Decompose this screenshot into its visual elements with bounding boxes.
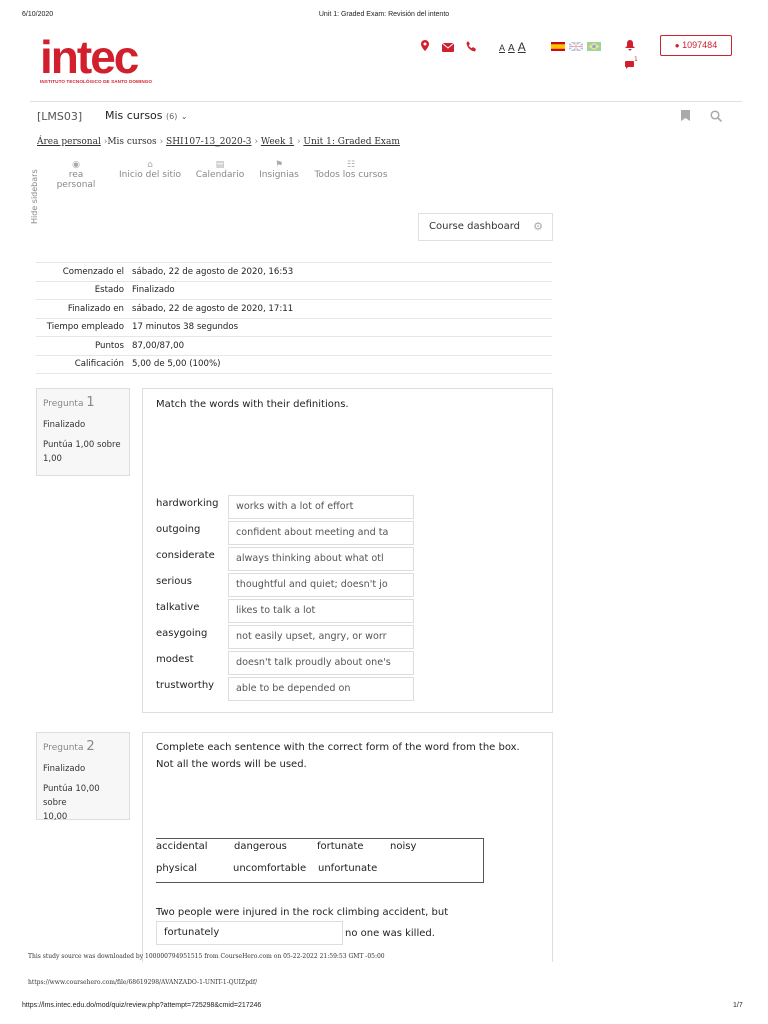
- nav-divider: [30, 101, 742, 102]
- match-select[interactable]: works with a lot of effort: [228, 495, 414, 519]
- match-word: considerate: [156, 550, 215, 561]
- match-select[interactable]: confident about meeting and ta: [228, 521, 414, 545]
- font-size-controls[interactable]: AAA: [499, 40, 529, 54]
- menu-badges[interactable]: ⚑ Insignias: [257, 160, 301, 180]
- flag-uk-icon[interactable]: [568, 41, 584, 52]
- logo-word: intec: [40, 31, 139, 83]
- my-courses-count: (6): [166, 112, 178, 121]
- bookmark-icon[interactable]: [681, 110, 690, 124]
- match-word: modest: [156, 654, 194, 665]
- question-1-state: Finalizado: [43, 420, 86, 430]
- bell-icon[interactable]: [625, 40, 635, 54]
- table-row: Calificación 5,00 de 5,00 (100%): [36, 354, 552, 374]
- phone-icon[interactable]: [466, 41, 477, 55]
- intec-logo[interactable]: intec INSTITUTO TECNOLÓGICO DE SANTO DOM…: [40, 31, 160, 89]
- breadcrumb-my-courses[interactable]: Mis cursos: [107, 137, 156, 147]
- match-select[interactable]: able to be depended on: [228, 677, 414, 701]
- page-url: https://lms.intec.edu.do/mod/quiz/review…: [22, 1002, 262, 1009]
- question-1-prompt: Match the words with their definitions.: [156, 399, 349, 410]
- word-box-item: noisy: [390, 841, 417, 852]
- word-box-item: dangerous: [234, 841, 287, 852]
- page-number: 1/7: [733, 1002, 743, 1009]
- table-row: Tiempo empleado 17 minutos 38 segundos: [36, 317, 552, 337]
- source-note: This study source was downloaded by 1000…: [28, 953, 385, 960]
- chevron-down-icon: ⌄: [180, 112, 188, 121]
- word-box-item: physical: [156, 863, 197, 874]
- match-word: hardworking: [156, 498, 219, 509]
- font-size-small[interactable]: A: [499, 43, 505, 53]
- table-row: Comenzado el sábado, 22 de agosto de 2020…: [36, 262, 552, 281]
- menu-site-home[interactable]: ⌂ Inicio del sitio: [118, 160, 182, 180]
- match-select[interactable]: not easily upset, angry, or worr: [228, 625, 414, 649]
- search-icon[interactable]: [710, 110, 723, 125]
- question-1-number: Pregunta 1: [43, 395, 95, 410]
- breadcrumb-personal-area[interactable]: Área personal: [37, 137, 101, 147]
- question-2-state: Finalizado: [43, 764, 86, 774]
- match-word: serious: [156, 576, 192, 587]
- word-box-item: fortunate: [317, 841, 364, 852]
- match-select[interactable]: thoughtful and quiet; doesn't jo: [228, 573, 414, 597]
- match-word: talkative: [156, 602, 200, 613]
- hide-sidebars-label: Hide sidebars: [30, 169, 39, 224]
- match-word: easygoing: [156, 628, 208, 639]
- question-2-info: Pregunta 2 Finalizado Puntúa 10,00 sobre…: [36, 732, 130, 822]
- logo-subtitle: INSTITUTO TECNOLÓGICO DE SANTO DOMINGO: [40, 79, 153, 84]
- flag-brazil-icon[interactable]: [587, 42, 601, 51]
- question-2-sentence-start: Two people were injured in the rock clim…: [156, 907, 449, 918]
- menu-all-courses[interactable]: ☷ Todos los cursos: [314, 160, 388, 180]
- calendar-icon: ▤: [215, 160, 225, 170]
- table-row: Puntos 87,00/87,00: [36, 336, 552, 355]
- match-select[interactable]: likes to talk a lot: [228, 599, 414, 623]
- question-2-sentence-end: no one was killed.: [345, 928, 435, 939]
- table-row: Finalizado en sábado, 22 de agosto de 202…: [36, 299, 552, 318]
- hide-sidebars-toggle[interactable]: Hide sidebars: [30, 168, 44, 224]
- book-icon: ☷: [346, 160, 356, 170]
- course-dashboard-button[interactable]: Course dashboard ⚙: [418, 213, 553, 241]
- match-select[interactable]: always thinking about what otl: [228, 547, 414, 571]
- map-marker-icon[interactable]: [421, 40, 429, 54]
- chat-count-badge: 1: [634, 56, 638, 63]
- source-url[interactable]: https://www.coursehero.com/file/68619298…: [28, 979, 257, 986]
- attempt-summary-table: Comenzado el sábado, 22 de agosto de 2020…: [36, 262, 552, 374]
- match-select[interactable]: doesn't talk proudly about one's: [228, 651, 414, 675]
- course-dashboard-label: Course dashboard: [429, 221, 520, 232]
- match-word: outgoing: [156, 524, 201, 535]
- question-2-score: Puntúa 10,00 sobre 10,00: [43, 784, 100, 822]
- badge-icon: ⚑: [274, 160, 284, 170]
- gear-icon[interactable]: ⚙: [533, 220, 543, 233]
- chat-icon[interactable]: [625, 59, 634, 72]
- match-word: trustworthy: [156, 680, 215, 691]
- word-box-item: accidental: [156, 841, 208, 852]
- word-box-item: unfortunate: [318, 863, 378, 874]
- dashboard-icon: ◉: [72, 160, 80, 170]
- table-row: Estado Finalizado: [36, 280, 552, 300]
- breadcrumb: Área personal ›Mis cursos › SHI107-13_20…: [37, 137, 400, 147]
- user-id: 1097484: [682, 40, 718, 50]
- home-icon: ⌂: [147, 160, 153, 170]
- font-size-large[interactable]: A: [518, 40, 526, 54]
- question-2-number: Pregunta 2: [43, 739, 95, 754]
- question-1-score: Puntúa 1,00 sobre 1,00: [43, 440, 121, 464]
- print-title: Unit 1: Graded Exam: Revisión del intent…: [318, 11, 450, 18]
- user-menu-button[interactable]: ● 1097484: [660, 35, 732, 56]
- envelope-icon[interactable]: [441, 42, 455, 55]
- menu-calendar[interactable]: ▤ Calendario: [194, 160, 246, 180]
- menu-personal-area[interactable]: ◉ rea personal: [48, 160, 104, 190]
- my-courses-label: Mis cursos: [105, 109, 163, 122]
- breadcrumb-exam[interactable]: Unit 1: Graded Exam: [303, 137, 399, 147]
- font-size-medium[interactable]: A: [508, 43, 515, 54]
- course-code[interactable]: [LMS03]: [37, 110, 82, 123]
- my-courses-menu[interactable]: Mis cursos (6) ⌄: [105, 109, 188, 122]
- breadcrumb-week[interactable]: Week 1: [261, 137, 294, 147]
- word-box-item: uncomfortable: [233, 863, 307, 874]
- question-2-answer-input[interactable]: fortunately: [156, 921, 343, 945]
- breadcrumb-course[interactable]: SHI107-13_2020-3: [166, 137, 251, 147]
- user-icon: ●: [674, 41, 680, 50]
- question-2-prompt: Complete each sentence with the correct …: [156, 742, 520, 770]
- question-1-info: Pregunta 1 Finalizado Puntúa 1,00 sobre 1…: [36, 388, 130, 476]
- flag-spain-icon[interactable]: [551, 42, 565, 51]
